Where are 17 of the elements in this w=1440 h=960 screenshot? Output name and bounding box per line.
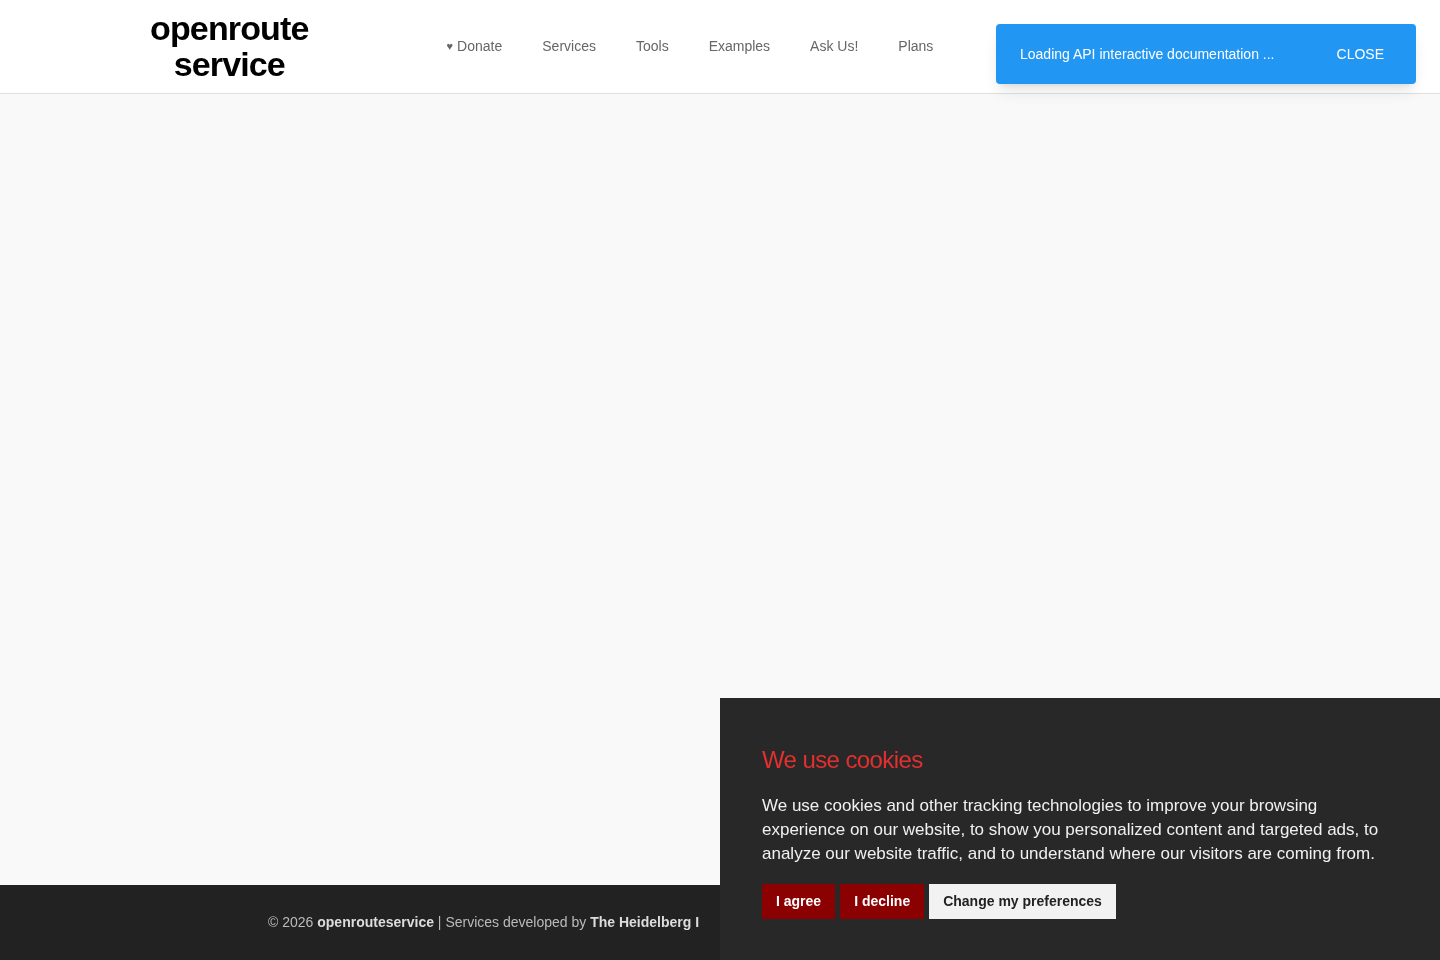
consent-button[interactable]: I agree xyxy=(762,884,836,919)
preferences-button[interactable]: Change my preferences xyxy=(929,884,1116,919)
nav-link[interactable]: Tools xyxy=(627,32,677,61)
cookie-message: We use cookies and other tracking technologies to improve your browsing experience on our website, to show you personalized content and targeted ads, to analyze our website traffic, and to understand where our visitors are coming from. xyxy=(762,795,1380,865)
nav-link[interactable]: Examples xyxy=(700,32,779,61)
logo-text[interactable]: openroute xyxy=(150,10,309,47)
nav-link[interactable]: Services xyxy=(534,32,604,61)
toast-message: Loading API interactive documentation ... xyxy=(1020,44,1275,64)
cookie-title: We use cookies xyxy=(762,745,924,775)
close-button[interactable]: CLOSE xyxy=(1328,39,1392,69)
consent-button[interactable]: I decline xyxy=(840,884,925,919)
footer-text: © 2026 openrouteservice | Services developed by The Heidelberg I xyxy=(268,913,700,932)
nav-link[interactable]: Ask Us! xyxy=(802,32,867,61)
heart-icon: ♥ xyxy=(446,38,454,55)
logo-text[interactable]: service xyxy=(173,46,285,83)
nav-link[interactable]: Plans xyxy=(890,32,942,61)
nav-link[interactable]: ♥ Donate xyxy=(438,32,511,61)
